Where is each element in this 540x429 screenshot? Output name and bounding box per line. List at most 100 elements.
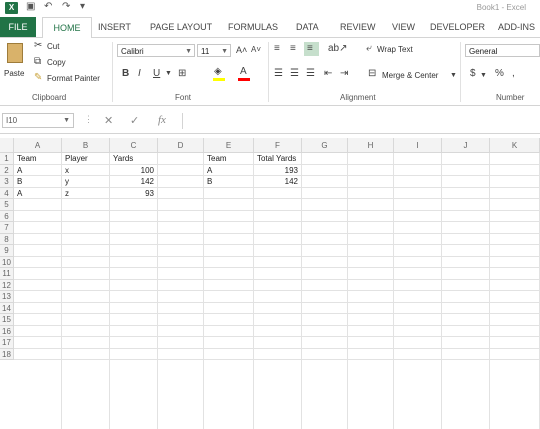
- cell-c4[interactable]: 93: [112, 188, 154, 200]
- row-header-4[interactable]: 4: [0, 187, 14, 199]
- column-header-c[interactable]: C: [110, 138, 158, 153]
- undo-icon[interactable]: ↶: [44, 1, 52, 12]
- select-all-corner[interactable]: [0, 138, 14, 153]
- cell-c2[interactable]: 100: [112, 165, 154, 177]
- enter-icon[interactable]: ✓: [130, 114, 139, 127]
- decrease-font-icon[interactable]: A˅: [251, 44, 261, 56]
- column-header-a[interactable]: A: [14, 138, 62, 153]
- align-center-icon[interactable]: ☰: [290, 68, 299, 80]
- cell-c3[interactable]: 142: [112, 176, 154, 188]
- wrap-text-icon[interactable]: ⤶: [366, 43, 372, 55]
- row-header-15[interactable]: 15: [0, 314, 14, 326]
- format-painter-icon[interactable]: ✎: [34, 72, 42, 84]
- tab-add-ins[interactable]: ADD-INS: [498, 17, 535, 37]
- cancel-icon[interactable]: ✕: [104, 114, 113, 127]
- tab-view[interactable]: VIEW: [392, 17, 415, 37]
- copy-icon[interactable]: ⧉: [34, 56, 41, 68]
- cell-b2[interactable]: x: [65, 165, 69, 177]
- cell-c1[interactable]: Yards: [113, 153, 133, 165]
- column-header-g[interactable]: G: [302, 138, 348, 153]
- currency-button[interactable]: $: [470, 68, 476, 80]
- row-header-17[interactable]: 17: [0, 337, 14, 349]
- row-header-1[interactable]: 1: [0, 153, 14, 165]
- fill-color-icon[interactable]: ◈: [214, 66, 222, 78]
- font-name-select[interactable]: Calibri ▼: [117, 44, 195, 57]
- row-header-11[interactable]: 11: [0, 268, 14, 280]
- row-header-8[interactable]: 8: [0, 233, 14, 245]
- tab-home[interactable]: HOME: [42, 17, 92, 39]
- increase-font-icon[interactable]: A˄: [236, 44, 247, 56]
- cell-b1[interactable]: Player: [65, 153, 88, 165]
- align-right-icon[interactable]: ☰: [306, 68, 315, 80]
- tab-data[interactable]: DATA: [296, 17, 319, 37]
- row-header-14[interactable]: 14: [0, 302, 14, 314]
- row-header-16[interactable]: 16: [0, 325, 14, 337]
- chevron-down-icon[interactable]: ▼: [480, 70, 487, 82]
- redo-icon[interactable]: ↷: [62, 1, 70, 12]
- cut-button[interactable]: Cut: [47, 42, 59, 51]
- merge-center-icon[interactable]: ⊟: [368, 68, 376, 80]
- comma-style-icon[interactable]: ,: [512, 68, 515, 80]
- chevron-down-icon[interactable]: ▼: [165, 68, 172, 80]
- italic-button[interactable]: I: [138, 68, 141, 80]
- format-painter-button[interactable]: Format Painter: [47, 74, 100, 83]
- row-header-2[interactable]: 2: [0, 164, 14, 176]
- row-header-6[interactable]: 6: [0, 210, 14, 222]
- row-header-3[interactable]: 3: [0, 176, 14, 188]
- bold-button[interactable]: B: [122, 68, 129, 80]
- cell-e2[interactable]: A: [207, 165, 212, 177]
- insert-function-button[interactable]: fx: [158, 114, 166, 126]
- cell-b4[interactable]: z: [65, 188, 69, 200]
- row-header-9[interactable]: 9: [0, 245, 14, 257]
- column-header-e[interactable]: E: [204, 138, 254, 153]
- increase-indent-icon[interactable]: ⇥: [340, 68, 348, 80]
- row-header-5[interactable]: 5: [0, 199, 14, 211]
- merge-center-button[interactable]: Merge & Center: [382, 71, 438, 80]
- orientation-icon[interactable]: ab↗: [328, 43, 348, 55]
- paste-button[interactable]: Paste: [3, 41, 29, 85]
- row-header-13[interactable]: 13: [0, 291, 14, 303]
- decrease-indent-icon[interactable]: ⇤: [324, 68, 332, 80]
- cell-f3[interactable]: 142: [256, 176, 298, 188]
- tab-review[interactable]: REVIEW: [340, 17, 376, 37]
- save-icon[interactable]: ▣: [26, 1, 35, 12]
- row-header-12[interactable]: 12: [0, 279, 14, 291]
- formula-input[interactable]: [182, 113, 539, 129]
- cell-f1[interactable]: Total Yards: [257, 153, 296, 165]
- column-header-h[interactable]: H: [348, 138, 394, 153]
- cell-a1[interactable]: Team: [17, 153, 37, 165]
- borders-icon[interactable]: ⊞: [178, 68, 186, 80]
- align-left-icon[interactable]: ☰: [274, 68, 283, 80]
- column-header-k[interactable]: K: [490, 138, 540, 153]
- column-header-j[interactable]: J: [442, 138, 490, 153]
- tab-insert[interactable]: INSERT: [98, 17, 131, 37]
- cell-e3[interactable]: B: [207, 176, 212, 188]
- column-header-i[interactable]: I: [394, 138, 442, 153]
- customize-qat-icon[interactable]: ▾: [80, 1, 85, 12]
- column-header-f[interactable]: F: [254, 138, 302, 153]
- tab-formulas[interactable]: FORMULAS: [228, 17, 278, 37]
- align-top-icon[interactable]: ≡: [274, 43, 280, 55]
- name-box[interactable]: I10 ▼: [2, 113, 74, 128]
- row-header-7[interactable]: 7: [0, 222, 14, 234]
- align-bottom-button[interactable]: ≡: [304, 42, 319, 56]
- cell-a3[interactable]: B: [17, 176, 22, 188]
- cell-e1[interactable]: Team: [207, 153, 227, 165]
- number-format-select[interactable]: General: [465, 44, 540, 57]
- tab-page-layout[interactable]: PAGE LAYOUT: [150, 17, 212, 37]
- cell-a4[interactable]: A: [17, 188, 22, 200]
- font-color-icon[interactable]: A: [240, 66, 247, 78]
- column-header-d[interactable]: D: [158, 138, 204, 153]
- align-middle-icon[interactable]: ≡: [290, 43, 296, 55]
- tab-developer[interactable]: DEVELOPER: [430, 17, 485, 37]
- cell-a2[interactable]: A: [17, 165, 22, 177]
- row-header-18[interactable]: 18: [0, 348, 14, 360]
- underline-button[interactable]: U: [153, 68, 160, 80]
- copy-button[interactable]: Copy: [47, 58, 66, 67]
- cut-icon[interactable]: ✂: [34, 40, 42, 52]
- chevron-down-icon[interactable]: ▼: [450, 70, 457, 82]
- cell-b3[interactable]: y: [65, 176, 69, 188]
- font-size-select[interactable]: 11 ▼: [197, 44, 231, 57]
- row-header-10[interactable]: 10: [0, 256, 14, 268]
- column-header-b[interactable]: B: [62, 138, 110, 153]
